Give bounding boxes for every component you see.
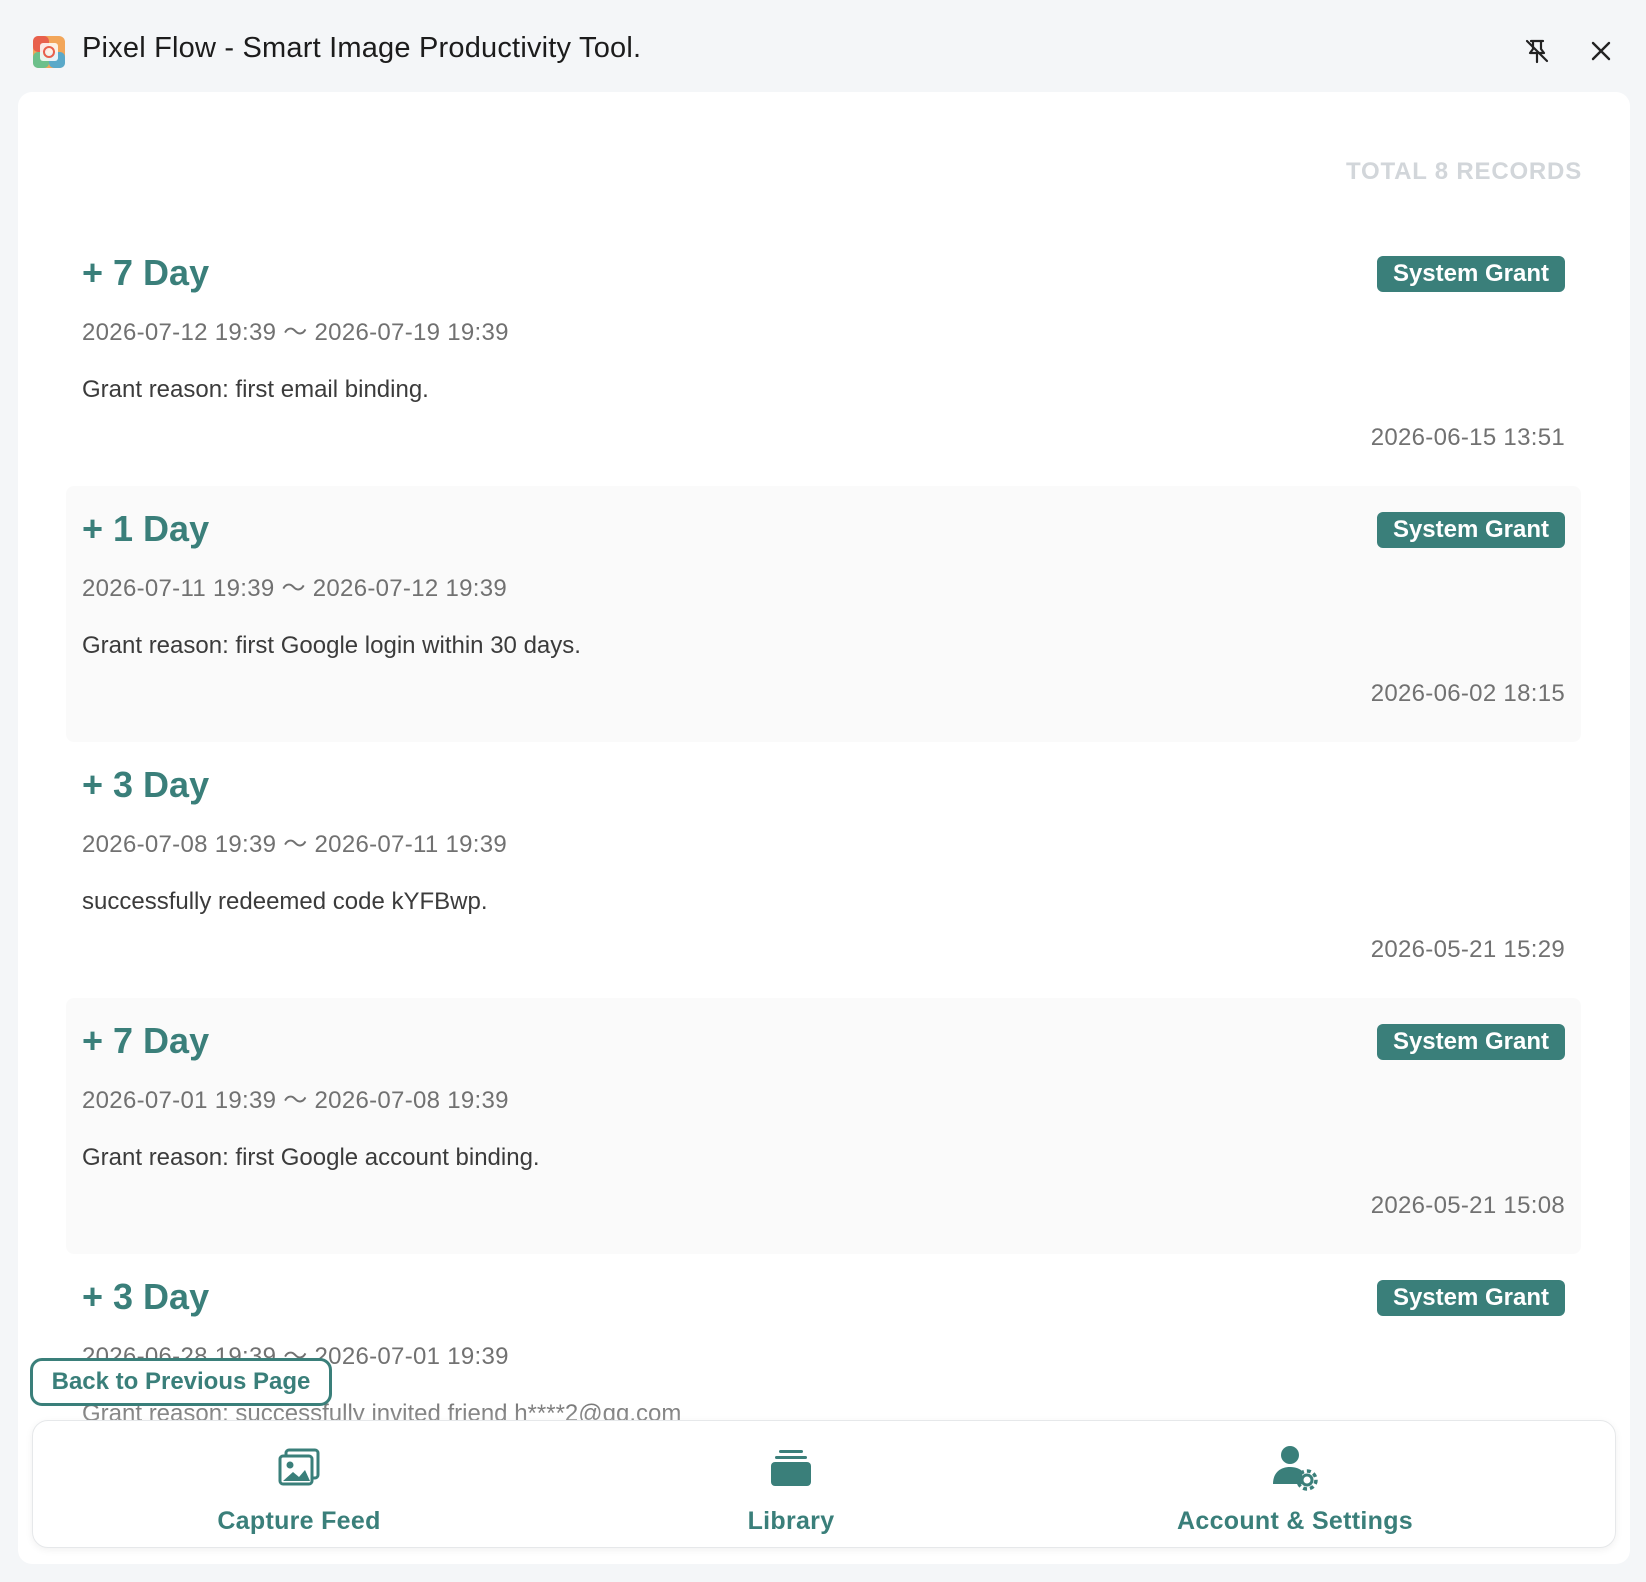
window-title: Pixel Flow - Smart Image Productivity To… (82, 32, 642, 64)
user-settings-icon (1273, 1446, 1318, 1491)
record-amount: + 7 Day (82, 1020, 210, 1061)
record-reason: Grant reason: first Google login within … (82, 632, 581, 659)
unpin-icon (1525, 39, 1549, 64)
unpin-button[interactable] (1518, 32, 1556, 70)
record-badge: System Grant (1376, 512, 1565, 548)
close-icon (1591, 41, 1611, 61)
records-panel: TOTAL 8 RECORDS + 7 Day System Grant 202… (18, 92, 1630, 1564)
back-to-previous-page-button[interactable]: Back to Previous Page (30, 1358, 332, 1406)
record-item: + 7 Day System Grant 2026-07-01 19:39 ～ … (66, 998, 1581, 1254)
image-gallery-icon (278, 1448, 320, 1486)
nav-capture-feed[interactable]: Capture Feed (149, 1421, 449, 1549)
nav-account-settings[interactable]: Account & Settings (1135, 1421, 1455, 1549)
record-created-time: 2026-05-21 15:08 (1370, 1192, 1565, 1219)
record-item: + 3 Day 2026-07-08 19:39 ～ 2026-07-11 19… (66, 742, 1581, 998)
nav-library-label: Library (747, 1507, 835, 1535)
record-created-time: 2026-05-21 15:29 (1370, 936, 1565, 963)
total-records-label: TOTAL 8 RECORDS (1345, 158, 1582, 185)
record-range: 2026-07-11 19:39 ～ 2026-07-12 19:39 (82, 575, 508, 602)
record-range: 2026-07-01 19:39 ～ 2026-07-08 19:39 (82, 1087, 509, 1114)
stack-folder-icon (771, 1450, 811, 1486)
record-created-time: 2026-06-15 13:51 (1370, 424, 1565, 451)
nav-account-settings-label: Account & Settings (1177, 1507, 1413, 1535)
record-badge: System Grant (1376, 256, 1565, 292)
nav-capture-feed-label: Capture Feed (217, 1507, 381, 1535)
records-list: + 7 Day System Grant 2026-07-12 19:39 ～ … (66, 230, 1581, 1510)
record-item: + 7 Day System Grant 2026-07-12 19:39 ～ … (66, 230, 1581, 486)
record-badge: System Grant (1376, 1280, 1565, 1316)
record-range: 2026-07-08 19:39 ～ 2026-07-11 19:39 (82, 831, 508, 858)
record-reason: Grant reason: first email binding. (82, 376, 429, 403)
record-amount: + 3 Day (82, 1276, 210, 1317)
record-created-time: 2026-06-02 18:15 (1370, 680, 1565, 707)
record-range: 2026-07-12 19:39 ～ 2026-07-19 19:39 (82, 319, 509, 346)
record-item: + 1 Day System Grant 2026-07-11 19:39 ～ … (66, 486, 1581, 742)
record-badge: System Grant (1376, 1024, 1565, 1060)
app-window: Pixel Flow - Smart Image Productivity To… (0, 0, 1646, 1582)
record-amount: + 1 Day (82, 508, 210, 549)
record-amount: + 7 Day (82, 252, 210, 293)
title-bar: Pixel Flow - Smart Image Productivity To… (0, 0, 1646, 92)
bottom-navigation: Capture Feed Library Account & Settings (32, 1420, 1616, 1548)
record-reason: successfully redeemed code kYFBwp. (82, 888, 488, 915)
nav-library[interactable]: Library (641, 1421, 941, 1549)
app-logo-icon (33, 36, 65, 68)
record-reason: Grant reason: first Google account bindi… (82, 1144, 540, 1171)
close-button[interactable] (1582, 32, 1620, 70)
record-amount: + 3 Day (82, 764, 210, 805)
